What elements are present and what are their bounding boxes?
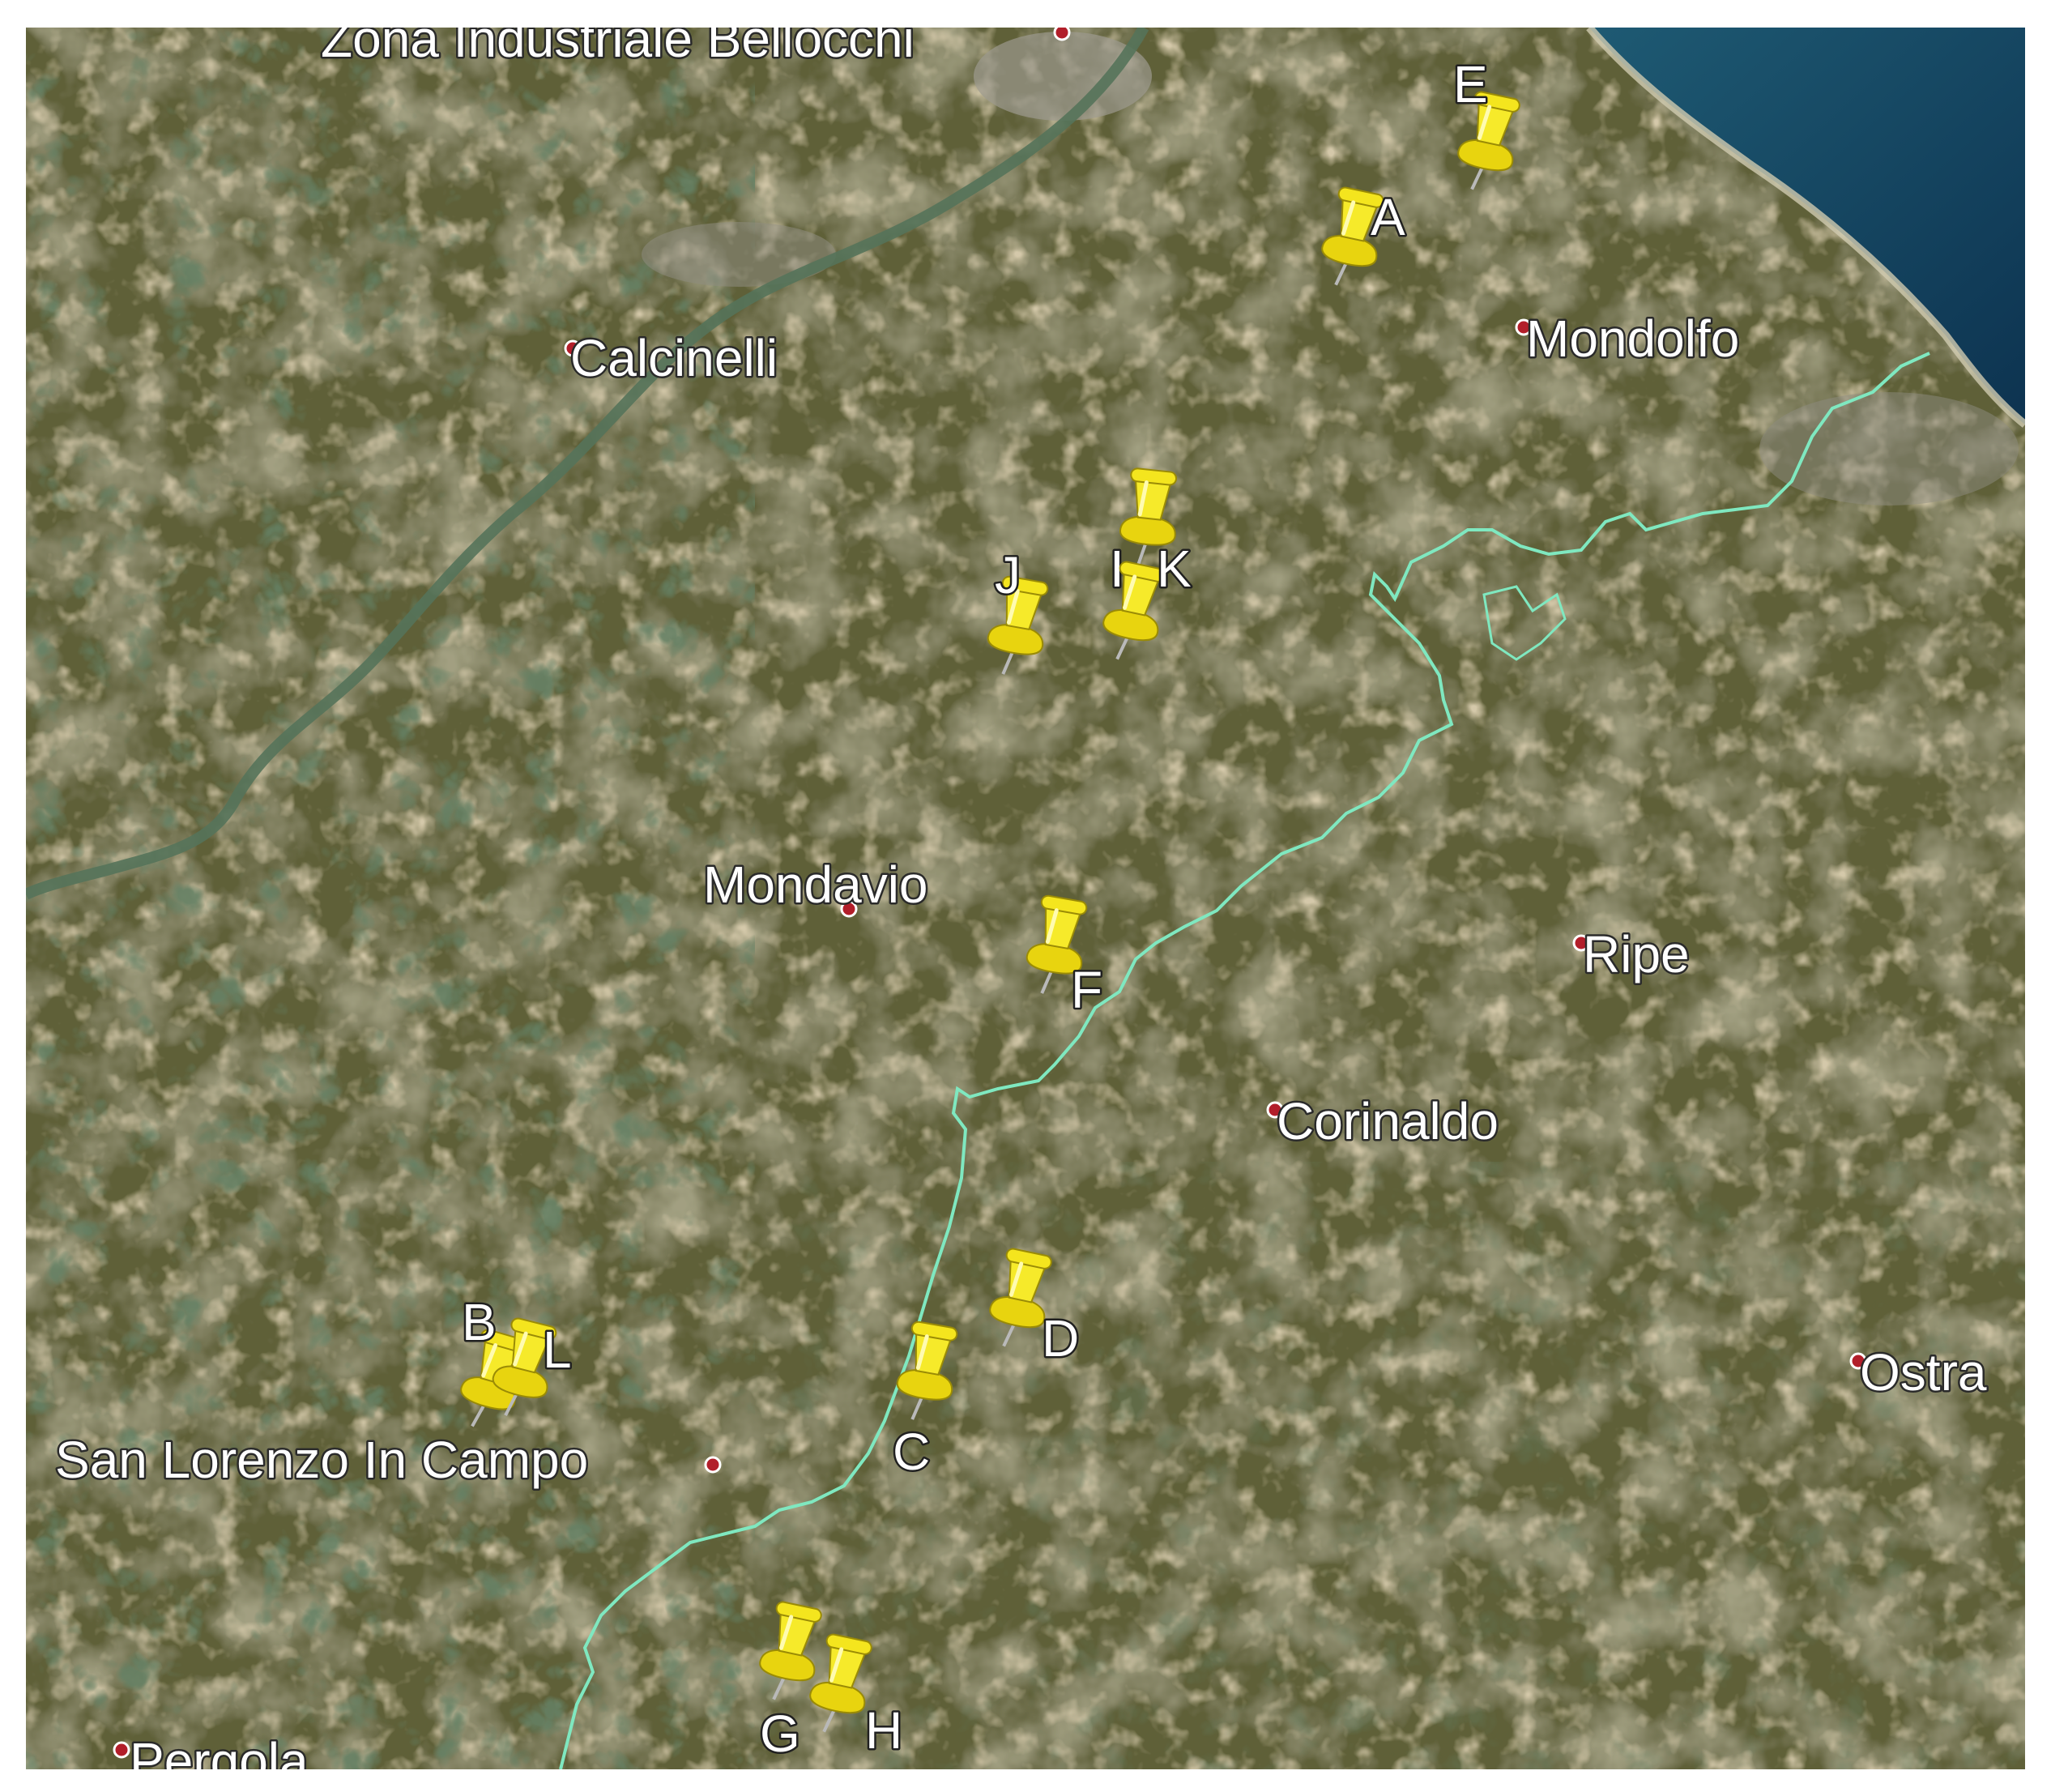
place-label: Calcinelli (570, 329, 778, 387)
place-label: San Lorenzo In Campo (55, 1431, 588, 1489)
place-label: Ostra (1860, 1343, 1987, 1402)
place-label: Mondolfo (1526, 309, 1739, 368)
pin-label: E (1453, 55, 1488, 113)
place-calcinelli[interactable]: Calcinelli (564, 327, 780, 390)
pin-label: D (1042, 1309, 1079, 1367)
forest-southeast (755, 1162, 2025, 1769)
pin-label: A (1371, 188, 1405, 246)
place-ripe[interactable]: Ripe (1572, 924, 1691, 986)
urban-area (974, 32, 1152, 121)
pin-label: L (543, 1321, 572, 1379)
pin-label: F (1071, 961, 1102, 1019)
pin-label: G (760, 1705, 800, 1763)
place-pergola[interactable]: Pergola (113, 1730, 311, 1769)
place-mondavio[interactable]: Mondavio (701, 854, 930, 918)
place-marker-dot (704, 1456, 722, 1474)
satellite-map[interactable]: Zona Industriale Bellocchi Calcinelli Mo… (26, 28, 2025, 1769)
place-label: Ripe (1583, 925, 1690, 983)
pin-label: C (893, 1423, 930, 1481)
urban-area (642, 222, 836, 287)
place-mondolfo[interactable]: Mondolfo (1515, 308, 1742, 370)
place-marker-dot (1053, 28, 1071, 41)
pin-label: B (462, 1293, 497, 1351)
urban-area (1759, 392, 2019, 506)
pin-label: H (865, 1701, 902, 1760)
place-label: Corinaldo (1277, 1092, 1499, 1150)
place-label: Zona Industriale Bellocchi (321, 28, 915, 68)
place-label: Pergola (130, 1732, 309, 1769)
pin-label: J (995, 546, 1021, 604)
place-label: Mondavio (703, 855, 928, 914)
place-ostra[interactable]: Ostra (1849, 1342, 1989, 1404)
map-canvas[interactable]: Zona Industriale Bellocchi Calcinelli Mo… (26, 28, 2025, 1769)
place-corinaldo[interactable]: Corinaldo (1266, 1090, 1500, 1153)
place-marker-dot (113, 1741, 130, 1759)
forest-west (26, 28, 755, 1769)
pin-label: K (1157, 540, 1192, 598)
